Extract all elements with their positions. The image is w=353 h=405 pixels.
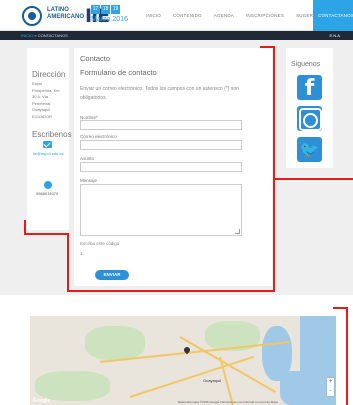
form-intro: Enviar un correo electrónico. Todos los … — [80, 86, 239, 101]
social-title: Siguenos — [291, 61, 321, 68]
map-road — [129, 355, 254, 398]
message-label: Mensaje — [80, 178, 98, 183]
logo-text: LATINO AMERICANO — [47, 7, 84, 21]
mail-icon — [43, 141, 52, 148]
annotation-frame — [67, 290, 275, 292]
annotation-frame — [275, 178, 353, 180]
name-field[interactable] — [80, 120, 242, 130]
zoom-out-button[interactable]: - — [327, 387, 334, 396]
email-label: Correo electrónico — [80, 134, 117, 139]
logo-line-1: LATINO — [47, 7, 69, 13]
nav-item-contenido[interactable]: CONTENIDO — [173, 13, 202, 18]
annotation-frame — [67, 233, 69, 292]
date-box-3: 19 — [111, 5, 120, 14]
nav-item-contactanos[interactable]: CONTACTANOS — [313, 0, 353, 31]
write-us-title: Escribenos — [32, 130, 72, 139]
language-label[interactable]: E.N.A. — [329, 33, 341, 38]
email-field[interactable] — [80, 140, 242, 150]
map-attribution: Datos del mapa ©2016 Google Términos de … — [178, 400, 279, 404]
address-title: Dirección — [32, 70, 66, 79]
twitter-icon[interactable]: 🐦 — [297, 137, 322, 162]
facebook-icon[interactable]: f — [297, 75, 322, 101]
main-nav: INICIO CONTENIDO AGENDA INSCRIPCIONES SU… — [146, 0, 353, 31]
logo-line-2: AMERICANO — [47, 14, 84, 20]
annotation-frame — [346, 307, 348, 405]
breadcrumb-home[interactable]: INICIO — [21, 33, 33, 38]
nav-item-inscripciones[interactable]: INSCRIPCIONES — [246, 13, 284, 18]
form-title: Formulario de contacto — [80, 68, 157, 77]
breadcrumb-current: CONTACTANOS — [37, 33, 68, 38]
map-estuary — [280, 371, 310, 405]
location-map[interactable] — [30, 316, 336, 405]
address-body: Espol Prosperina, Km 30.5, Vía Perimetra… — [32, 81, 64, 120]
zoom-in-button[interactable]: + — [327, 378, 334, 387]
map-zoom-control: + - — [327, 378, 334, 396]
captcha-code: 1 — [80, 251, 83, 256]
annotation-frame — [24, 233, 69, 235]
annotation-frame — [273, 46, 275, 292]
map-park — [85, 326, 145, 360]
page-title: Contacto — [80, 54, 111, 63]
espol-seal-icon — [22, 6, 42, 26]
whatsapp-icon — [44, 181, 52, 189]
nav-item-inicio[interactable]: INICIO — [146, 13, 161, 18]
date-box-1: 17 — [91, 5, 100, 14]
captcha-label: Escriba este código — [80, 241, 120, 246]
email-link[interactable]: iie@espol.edu.ec — [33, 151, 64, 156]
message-textarea[interactable] — [80, 184, 242, 236]
date-box-2: 18 — [101, 5, 110, 14]
breadcrumb-separator: » — [34, 33, 37, 38]
breadcrumb-bar: INICIO » CONTACTANOS E.N.A. — [0, 31, 353, 40]
map-city-label: Guayaquil — [203, 378, 222, 383]
subject-label: Asunto — [80, 156, 95, 161]
instagram-icon[interactable] — [297, 106, 322, 131]
phone-number: 0968014070 — [36, 191, 59, 196]
event-month: Marzo 2016 — [91, 16, 128, 23]
google-logo: Google — [33, 398, 51, 404]
map-park — [35, 371, 110, 401]
nav-item-agenda[interactable]: AGENDA — [214, 13, 234, 18]
site-header: LATINO AMERICANO IIE 17 18 19 Marzo 2016 I… — [0, 0, 353, 31]
send-button[interactable]: ENVIAR — [95, 270, 129, 280]
breadcrumb: INICIO » CONTACTANOS — [21, 33, 68, 38]
event-dates: 17 18 19 Marzo 2016 — [91, 5, 128, 23]
subject-field[interactable] — [80, 162, 242, 172]
address-line: ECUADOR — [32, 113, 53, 119]
